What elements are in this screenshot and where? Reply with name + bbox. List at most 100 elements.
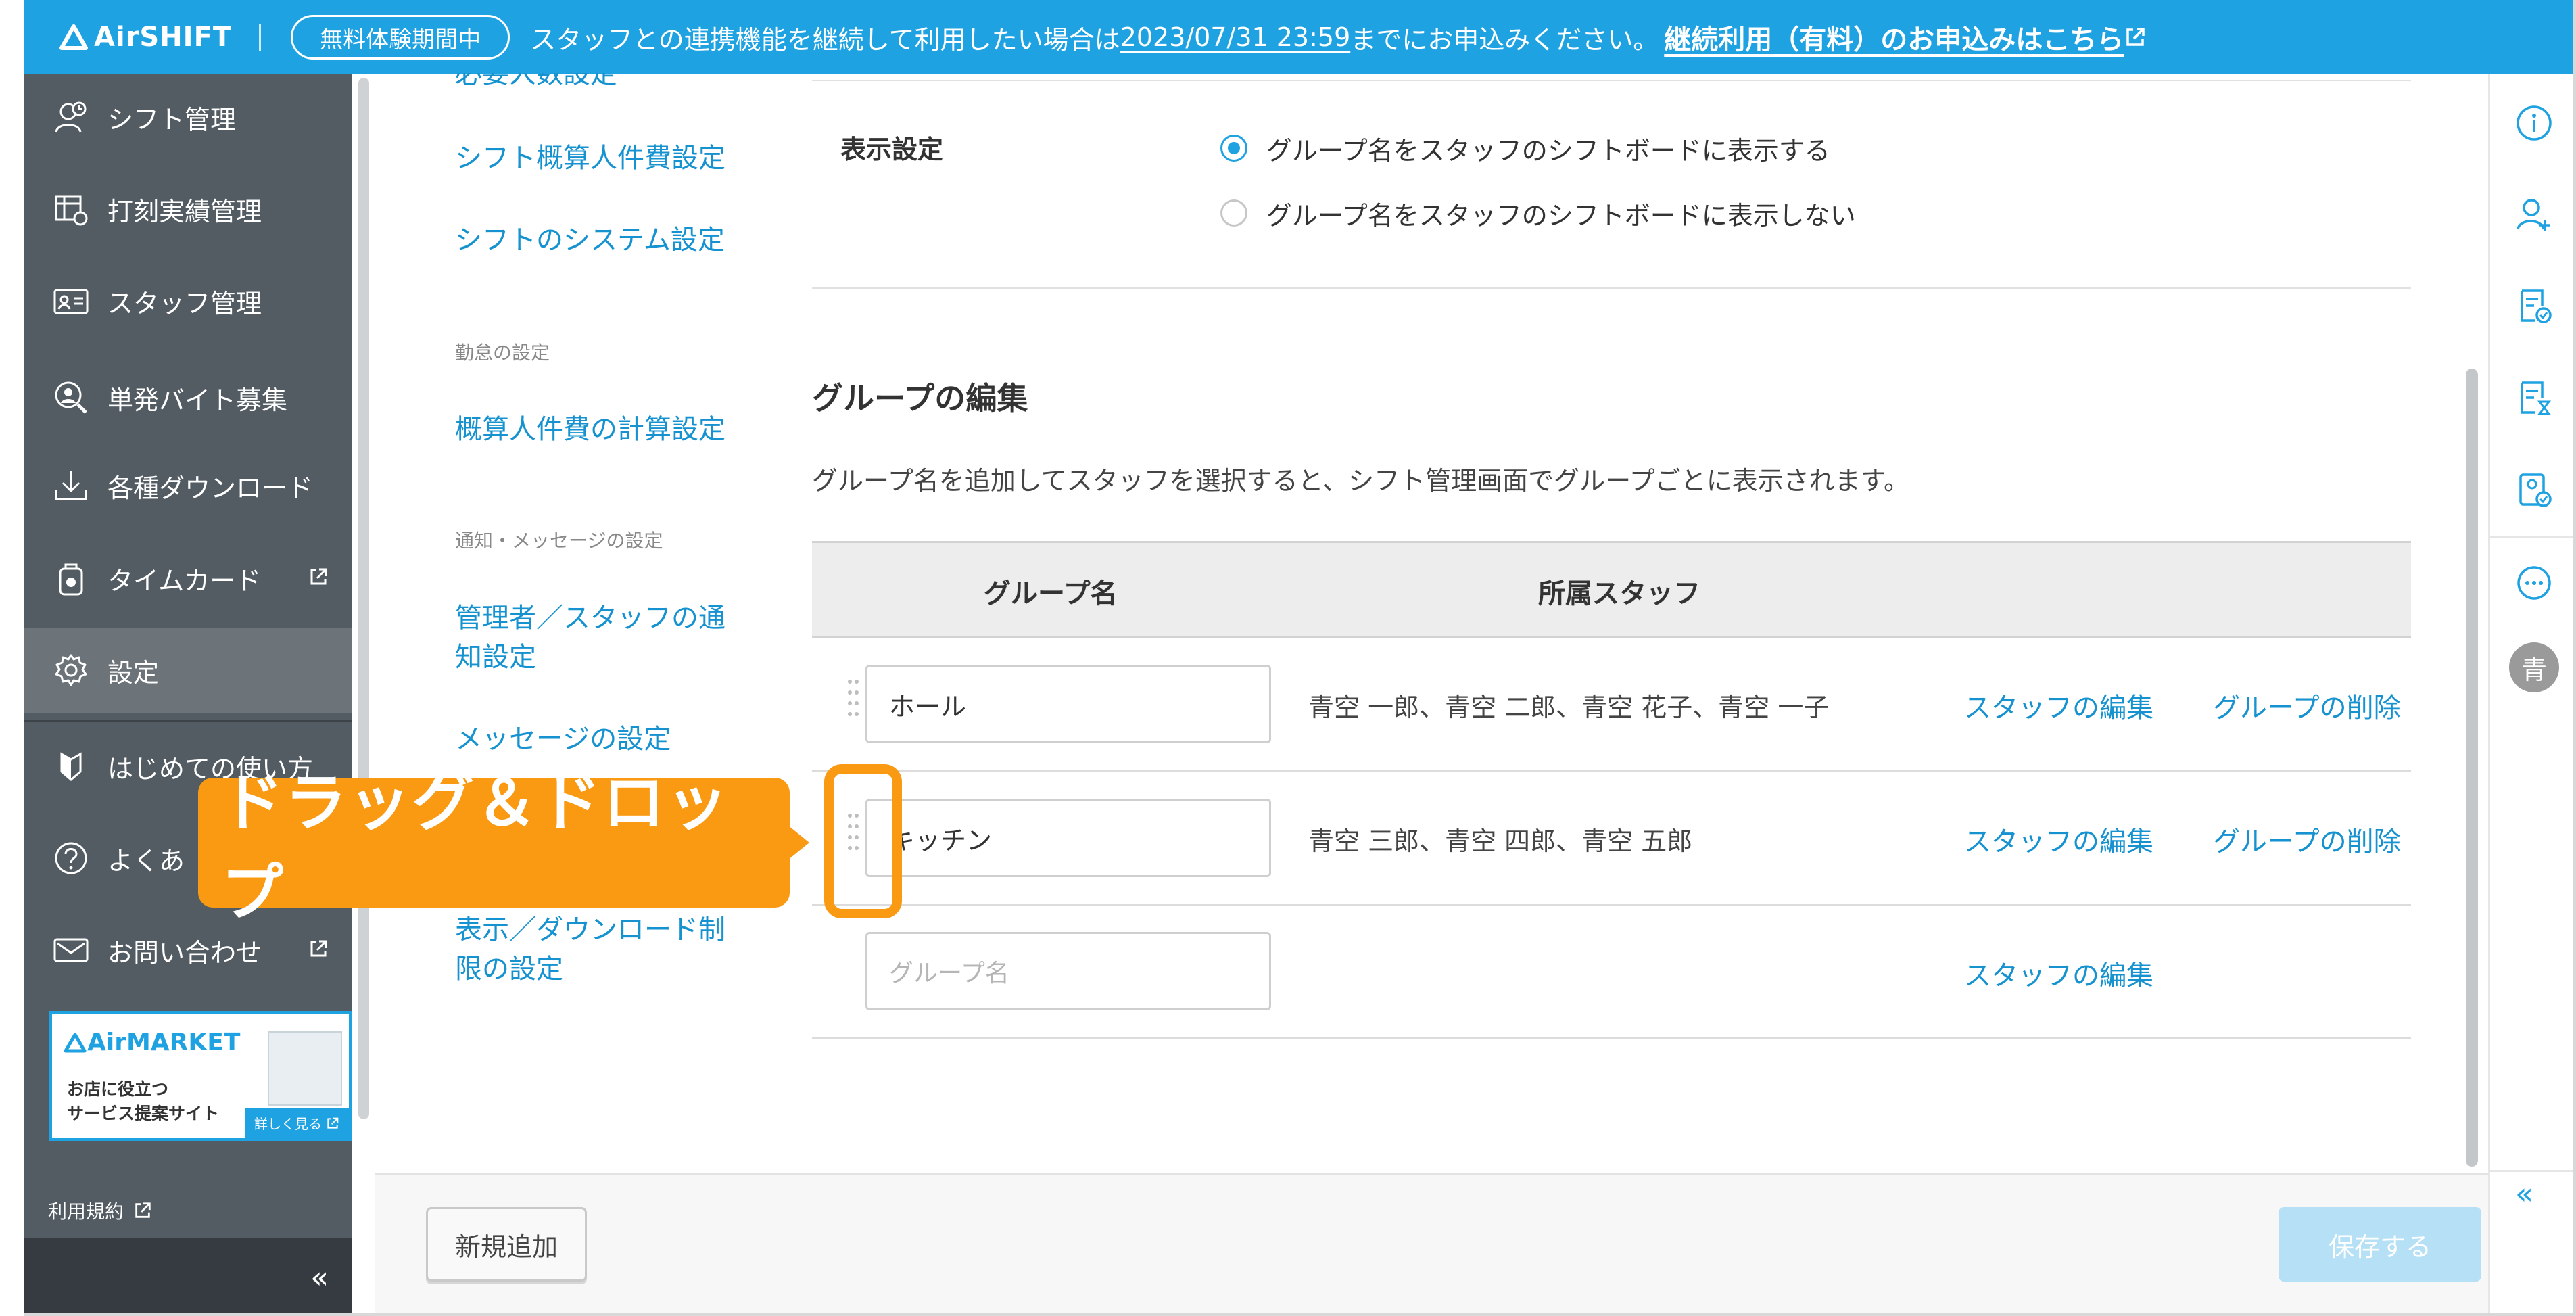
user-avatar[interactable]: 青 [2509, 642, 2559, 692]
drag-handle-icon[interactable] [848, 680, 860, 727]
sidebar-item-label: タイムカード [108, 565, 262, 596]
leaf-icon [51, 746, 91, 786]
delete-group-link[interactable]: グループの削除 [2213, 820, 2401, 859]
row-divider [812, 1037, 2411, 1039]
airmarket-title: AirMARKET [63, 1029, 240, 1056]
subnav-shift-labor-cost[interactable]: シフト概算人件費設定 [455, 139, 725, 178]
delete-group-link[interactable]: グループの削除 [2213, 686, 2401, 725]
row-divider [812, 904, 2411, 906]
notice-text-after: までにお申込みください。 [1350, 24, 1659, 55]
group-name-input[interactable]: ホール [865, 665, 1271, 743]
sidebar: シフト管理 打刻実績管理 スタッフ管理 単発バイト募集 各種ダウンロード タイム… [24, 74, 352, 1313]
sidebar-item-label: 設定 [108, 657, 160, 688]
mail-icon [51, 930, 91, 970]
notice-deadline: 2023/07/31 23:59 [1120, 22, 1351, 52]
right-rail: 青 [2488, 74, 2573, 1313]
sidebar-item-timecard[interactable]: タイムカード [24, 536, 352, 621]
app-name: AirSHIFT [94, 22, 233, 53]
logo-divider [259, 24, 262, 51]
row-divider [812, 770, 2411, 772]
sidebar-item-label: 各種ダウンロード [108, 473, 314, 503]
radio-label-hide: グループ名をスタッフのシフトボードに表示しない [1266, 201, 1856, 231]
sidebar-item-download[interactable]: 各種ダウンロード [24, 443, 352, 528]
new-group-name-input[interactable]: グループ名 [865, 932, 1271, 1010]
external-link-icon [308, 935, 329, 965]
id-card-icon [51, 281, 91, 321]
edit-staff-link[interactable]: スタッフの編集 [1964, 686, 2153, 725]
subnav-labor-cost-calc[interactable]: 概算人件費の計算設定 [455, 410, 725, 449]
airmarket-screenshot-thumbnail [268, 1031, 342, 1106]
timesheet-icon [51, 189, 91, 229]
external-link-icon [2126, 28, 2145, 46]
timecard-icon [51, 558, 91, 598]
sidebar-footer: « [24, 1238, 352, 1313]
section-divider [812, 287, 2411, 289]
question-icon [51, 838, 91, 878]
display-setting-label: 表示設定 [840, 135, 944, 164]
airmarket-banner[interactable]: AirMARKET お店に役立つ サービス提案サイト 詳しく見る [49, 1011, 352, 1141]
section-divider [812, 80, 2411, 81]
sidebar-item-label: よくあ [108, 845, 185, 876]
subscribe-link-label: 継続利用（有料）のお申込みはこちら [1664, 24, 2124, 55]
gear-icon [51, 650, 91, 690]
group-edit-description: グループ名を追加してスタッフを選択すると、シフト管理画面でグループごとに表示され… [812, 466, 1909, 496]
collapse-sidebar-icon[interactable]: « [310, 1261, 329, 1295]
trial-notice: スタッフとの連携機能を継続して利用したい場合は 2023/07/31 23:59… [530, 18, 2147, 57]
sidebar-item-recruit[interactable]: 単発バイト募集 [24, 355, 352, 440]
subnav-heading-attendance: 勤怠の設定 [455, 342, 550, 364]
subnav-notification-settings[interactable]: 管理者／スタッフの通 知設定 [455, 598, 725, 677]
airmarket-line1: お店に役立つ [67, 1079, 169, 1099]
info-icon[interactable] [2512, 101, 2556, 145]
sidebar-item-label: 打刻実績管理 [108, 196, 262, 227]
sidebar-item-label: スタッフ管理 [108, 288, 262, 319]
search-person-icon [51, 377, 91, 418]
terms-link[interactable]: 利用規約 [48, 1197, 152, 1224]
subnav-shift-system[interactable]: シフトのシステム設定 [455, 220, 725, 260]
sidebar-divider [24, 720, 352, 722]
approval-icon[interactable] [2512, 468, 2556, 511]
column-header-group-name: グループ名 [984, 578, 1118, 609]
settings-subnav: 必要人数設定 シフト概算人件費設定 シフトのシステム設定 勤怠の設定 概算人件費… [375, 73, 808, 1170]
subnav-heading-notification: 通知・メッセージの設定 [455, 530, 663, 552]
sidebar-scrollbar[interactable] [358, 78, 369, 1119]
shift-check-icon[interactable] [2512, 284, 2556, 327]
radio-label-show: グループ名をスタッフのシフトボードに表示する [1266, 136, 1830, 166]
save-button[interactable]: 保存する [2279, 1207, 2481, 1282]
sidebar-item-settings[interactable]: 設定 [24, 628, 352, 713]
sidebar-item-attendance[interactable]: 打刻実績管理 [24, 166, 352, 252]
sidebar-item-staff[interactable]: スタッフ管理 [24, 258, 352, 344]
add-new-button[interactable]: 新規追加 [426, 1207, 587, 1282]
group-staff-list: 青空 三郎、青空 四郎、青空 五郎 [1308, 826, 1693, 856]
group-name-input[interactable]: キッチン [865, 799, 1271, 877]
radio-show-group-name[interactable] [1220, 135, 1247, 162]
clock-person-icon [51, 97, 91, 137]
airmarket-more-link[interactable]: 詳しく見る [245, 1108, 349, 1138]
collapse-rail-icon[interactable]: « [2515, 1177, 2533, 1211]
edit-staff-link[interactable]: スタッフの編集 [1964, 820, 2153, 859]
add-user-icon[interactable] [2512, 193, 2556, 236]
drag-drop-callout: ドラッグ＆ドロップ [198, 767, 790, 929]
group-staff-list: 青空 一郎、青空 二郎、青空 花子、青空 一子 [1308, 692, 1830, 722]
sidebar-item-label: シフト管理 [108, 104, 237, 135]
airmarket-line2: サービス提案サイト [67, 1104, 220, 1123]
group-edit-title: グループの編集 [812, 380, 1028, 417]
column-header-staff: 所属スタッフ [1538, 578, 1700, 609]
app-window: AirSHIFT 無料体験期間中 スタッフとの連携機能を継続して利用したい場合は… [24, 0, 2576, 1316]
external-link-icon [135, 1202, 151, 1218]
airmarket-logo-icon [64, 1033, 87, 1052]
radio-hide-group-name[interactable] [1220, 199, 1247, 227]
app-logo[interactable]: AirSHIFT [59, 22, 232, 53]
external-link-icon [327, 1117, 339, 1129]
sidebar-item-shift[interactable]: シフト管理 [24, 74, 352, 160]
trial-banner: AirSHIFT 無料体験期間中 スタッフとの連携機能を継続して利用したい場合は… [24, 0, 2573, 74]
shift-pending-icon[interactable] [2512, 376, 2556, 419]
subscribe-link[interactable]: 継続利用（有料）のお申込みはこちら [1664, 18, 2147, 57]
content-scrollbar[interactable] [2466, 369, 2478, 1167]
notice-text-before: スタッフとの連携機能を継続して利用したい場合は [530, 24, 1120, 55]
edit-staff-link[interactable]: スタッフの編集 [1964, 954, 2153, 993]
callout-pointer [788, 825, 809, 860]
action-footer [375, 1173, 2512, 1313]
rail-divider [2490, 536, 2573, 538]
chat-icon[interactable] [2512, 561, 2556, 605]
airshift-logo-icon [59, 24, 88, 50]
